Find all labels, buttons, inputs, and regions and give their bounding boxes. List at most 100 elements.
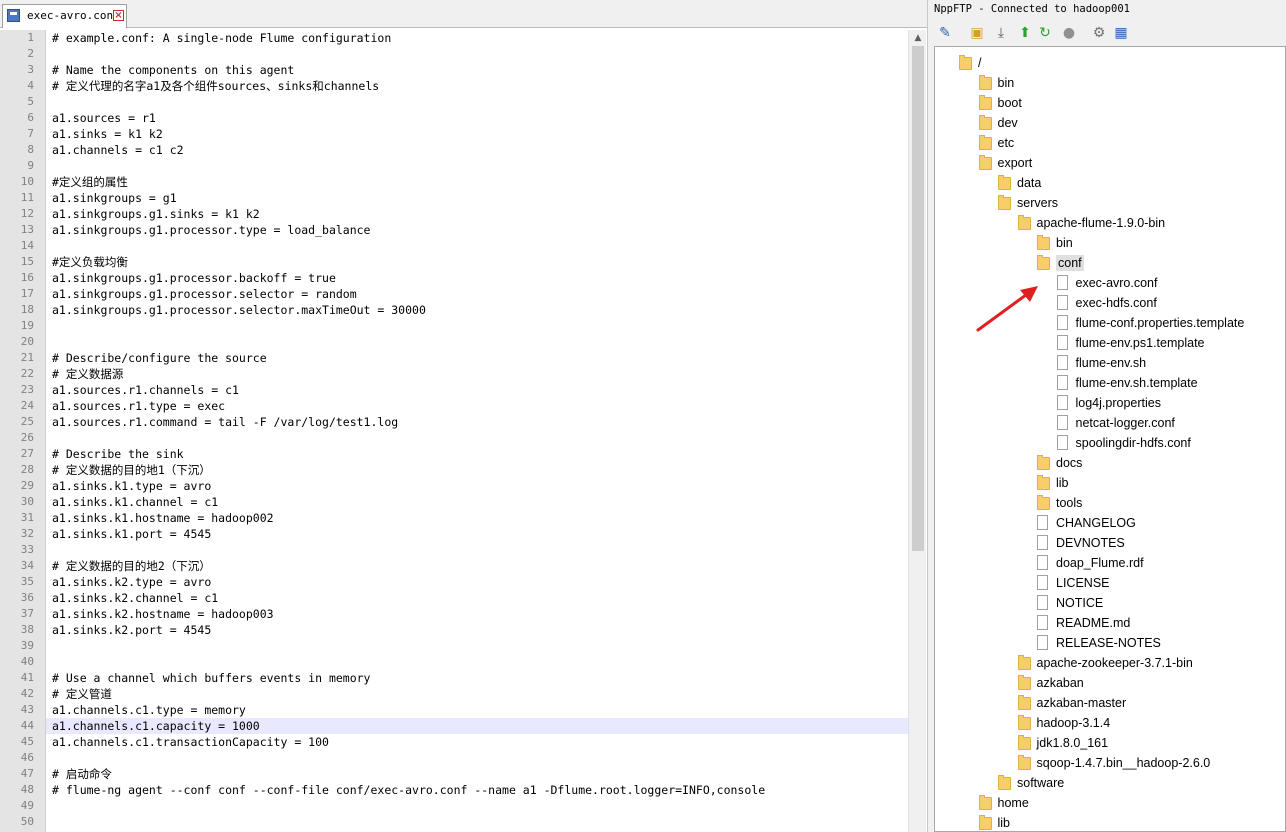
folder-icon — [978, 95, 992, 110]
folder-icon — [1017, 715, 1031, 730]
tree-item-label: bin — [1056, 236, 1073, 250]
open-folder-icon[interactable]: ▣ — [968, 24, 986, 42]
line-number: 46 — [20, 751, 34, 764]
code-line: a1.sinkgroups.g1.processor.backoff = tru… — [52, 271, 336, 285]
file-icon — [1056, 415, 1068, 430]
code-line: a1.sources.r1.command = tail -F /var/log… — [52, 415, 399, 429]
code-line: # 启动命令 — [52, 767, 112, 781]
folder-icon — [1017, 675, 1031, 690]
tree-item-label: netcat-logger.conf — [1075, 416, 1175, 430]
close-tab-icon[interactable]: × — [113, 10, 124, 21]
line-number: 43 — [20, 703, 34, 716]
tab-exec-avro-conf[interactable]: exec-avro.conf × — [2, 4, 127, 28]
tree-item-label: / — [978, 56, 982, 70]
tree-item-label: etc — [997, 136, 1015, 150]
folder-icon — [978, 75, 992, 90]
tree-item-label: tools — [1056, 496, 1083, 510]
tree-item-label: software — [1017, 776, 1065, 790]
line-number: 17 — [20, 287, 34, 300]
abort-icon[interactable]: ● — [1060, 24, 1078, 42]
upload-icon[interactable]: ⬆ — [1016, 24, 1034, 42]
tree-item-label: home — [997, 796, 1029, 810]
tree-item-label: flume-env.sh.template — [1075, 376, 1198, 390]
folder-icon — [1017, 655, 1031, 670]
file-icon — [1037, 555, 1048, 570]
code-line: a1.sinks.k1.type = avro — [52, 479, 212, 493]
folder-icon — [1037, 455, 1050, 470]
nppftp-toolbar: ✎ ▣ ⤓ ⬆ ↻ ● ⚙ ▦ — [932, 20, 1286, 46]
line-number: 45 — [20, 735, 34, 748]
code-line: # 定义数据的目的地1（下沉） — [52, 463, 211, 477]
connect-icon[interactable]: ✎ — [936, 24, 954, 42]
code-line: # Use a channel which buffers events in … — [52, 671, 371, 685]
code-line: a1.sinks = k1 k2 — [52, 127, 163, 141]
code-line: a1.sinkgroups.g1.processor.selector.maxT… — [52, 303, 426, 317]
line-number: 7 — [27, 127, 34, 140]
file-icon — [1037, 535, 1048, 550]
scrollbar-thumb[interactable] — [912, 46, 924, 551]
tree-item-label: sqoop-1.4.7.bin__hadoop-2.6.0 — [1036, 756, 1211, 770]
tree-item-label: jdk1.8.0_161 — [1036, 736, 1109, 750]
file-icon — [1056, 395, 1068, 410]
file-icon — [1037, 515, 1048, 530]
line-number: 19 — [20, 319, 34, 332]
scroll-up-arrow-icon[interactable]: ▲ — [912, 32, 924, 44]
tree-item-label: azkaban-master — [1036, 696, 1127, 710]
code-line: a1.sinks.k2.channel = c1 — [52, 591, 219, 605]
tree-item-label: CHANGELOG — [1056, 516, 1136, 530]
tree-item-label: servers — [1017, 196, 1058, 210]
folder-icon — [978, 815, 992, 830]
folder-icon — [1017, 215, 1031, 230]
tree-item-label: hadoop-3.1.4 — [1036, 716, 1111, 730]
line-number: 25 — [20, 415, 34, 428]
tree-item-label: flume-conf.properties.template — [1075, 316, 1245, 330]
code-line: a1.sinks.k1.port = 4545 — [52, 527, 212, 541]
folder-icon — [998, 175, 1011, 190]
settings-icon[interactable]: ⚙ — [1090, 24, 1108, 42]
vertical-scrollbar[interactable]: ▲ — [908, 30, 926, 832]
file-icon — [1037, 595, 1048, 610]
folder-icon — [1037, 475, 1050, 490]
line-number: 22 — [20, 367, 34, 380]
tree-item-label: exec-avro.conf — [1075, 276, 1158, 290]
remote-file-tree[interactable]: / bin boot dev etc export data servers apache-fl… — [934, 46, 1286, 832]
folder-icon — [998, 775, 1011, 790]
line-number: 21 — [20, 351, 34, 364]
line-number: 32 — [20, 527, 34, 540]
tree-item-label: DEVNOTES — [1056, 536, 1125, 550]
code-line: # Name the components on this agent — [52, 63, 295, 77]
nppftp-panel: NppFTP - Connected to hadoop001 ✎ ▣ ⤓ ⬆ … — [932, 0, 1286, 832]
code-text-area[interactable]: # example.conf: A single-node Flume conf… — [46, 30, 908, 832]
code-line: a1.sinks.k2.port = 4545 — [52, 623, 212, 637]
line-number: 31 — [20, 511, 34, 524]
tab-label: exec-avro.conf — [27, 9, 120, 22]
line-number: 15 — [20, 255, 34, 268]
file-icon — [1056, 295, 1068, 310]
folder-icon — [978, 135, 992, 150]
line-number: 12 — [20, 207, 34, 220]
tree-item-label: conf — [1056, 255, 1084, 271]
code-line: a1.sources = r1 — [52, 111, 156, 125]
message-window-icon[interactable]: ▦ — [1112, 24, 1130, 42]
line-number: 49 — [20, 799, 34, 812]
line-number: 10 — [20, 175, 34, 188]
folder-icon — [1017, 755, 1031, 770]
file-icon — [1056, 315, 1068, 330]
refresh-icon[interactable]: ↻ — [1036, 24, 1054, 42]
line-number: 30 — [20, 495, 34, 508]
file-icon — [1056, 435, 1068, 450]
line-number: 2 — [27, 47, 34, 60]
folder-icon — [998, 195, 1011, 210]
code-line: # 定义代理的名字a1及各个组件sources、sinks和channels — [52, 79, 380, 93]
tree-item-label: LICENSE — [1056, 576, 1110, 590]
file-icon — [1037, 575, 1048, 590]
tree-item-label: boot — [997, 96, 1022, 110]
line-number: 4 — [27, 79, 34, 92]
line-number: 16 — [20, 271, 34, 284]
line-number: 44 — [20, 719, 34, 732]
tree-item-label: apache-zookeeper-3.7.1-bin — [1036, 656, 1193, 670]
file-icon — [1056, 375, 1068, 390]
download-icon[interactable]: ⤓ — [992, 24, 1010, 42]
code-line: a1.sinkgroups = g1 — [52, 191, 177, 205]
code-line: a1.sinks.k1.hostname = hadoop002 — [52, 511, 274, 525]
